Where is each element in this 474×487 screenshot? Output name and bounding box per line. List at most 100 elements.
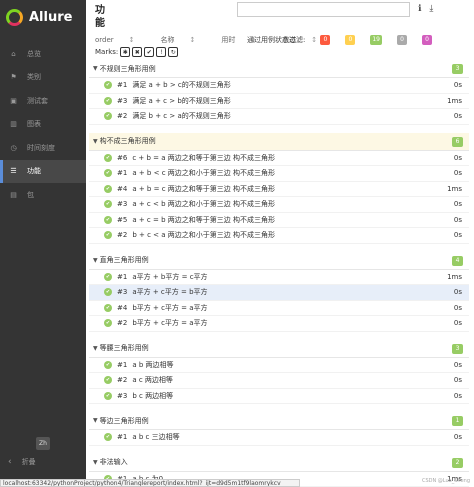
sidebar-item[interactable]: ☰ 功能: [0, 159, 86, 183]
test-case-row[interactable]: ✔ #5 a + c = b 两边之和等于第三边 构不成三角形 0s: [89, 213, 469, 228]
sidebar-item[interactable]: ▣ 测试套: [0, 89, 86, 113]
passed-status-icon: ✔: [104, 112, 112, 121]
status-count-badge[interactable]: 0: [320, 35, 331, 45]
flaky-mark-icon[interactable]: ✱: [120, 47, 131, 57]
test-case-row[interactable]: ✔ #4 a + b = c 两边之和等于第三边 构不成三角形 1ms: [89, 182, 469, 197]
flag-icon: ⚑: [10, 73, 17, 82]
new-failed-mark-icon[interactable]: ✖: [132, 47, 143, 57]
new-passed-mark-icon[interactable]: ✔: [144, 47, 155, 57]
test-case-name: a c 两边相等: [132, 376, 173, 385]
chevron-down-icon: ▼: [93, 256, 98, 264]
test-case-duration: 1ms: [447, 272, 462, 281]
feature-group-header[interactable]: ▼ 非法输入 2: [89, 454, 469, 472]
passed-status-icon: ✔: [104, 81, 112, 90]
feature-group-header[interactable]: ▼ 直角三角形用例 4: [89, 252, 469, 270]
test-case-name: a + b < c 两边之和小于第三边 构不成三角形: [132, 169, 275, 178]
test-case-duration: 0s: [453, 391, 462, 400]
sidebar-item[interactable]: ▥ 图表: [0, 113, 86, 137]
test-case-row[interactable]: ✔ #4 b平方 + c平方 = a平方 0s: [89, 301, 469, 316]
sidebar-item-label: 类别: [27, 73, 41, 82]
sidebar-item[interactable]: ⌂ 总览: [0, 42, 86, 66]
test-case-row[interactable]: ✔ #1 a + b < c 两边之和小于第三边 构不成三角形 0s: [89, 166, 469, 182]
test-case-row[interactable]: ✔ #3 满足 a + c > b的不规则三角形 1ms: [89, 94, 469, 109]
test-case-name: b + c < a 两边之和小于第三边 构不成三角形: [132, 231, 275, 240]
group-count-badge: 3: [452, 64, 463, 74]
test-case-duration: 1ms: [447, 184, 462, 193]
test-case-number: #4: [117, 303, 128, 312]
feature-group-header[interactable]: ▼ 构不成三角形用例 6: [89, 132, 469, 151]
group-count-badge: 2: [452, 457, 463, 468]
passed-status-icon: ✔: [104, 303, 112, 312]
test-case-row[interactable]: ✔ #3 b c 两边相等 0s: [89, 389, 469, 404]
group-count-badge: 6: [452, 136, 463, 147]
collapse-button[interactable]: ‹ 折叠: [8, 457, 36, 467]
test-case-row[interactable]: ✔ #2 b平方 + c平方 = a平方 0s: [89, 316, 469, 332]
test-case-row[interactable]: ✔ #2 满足 b + c > a的不规则三角形 0s: [89, 109, 469, 125]
test-case-duration: 0s: [453, 215, 462, 224]
sidebar-nav: ⌂ 总览 ⚑ 类别 ▣ 测试套 ▥ 图表 ◷ 时间刻度 ☰ 功能 ▤ 包: [0, 42, 86, 207]
sort-order[interactable]: order ↕: [95, 36, 148, 44]
download-icon[interactable]: ⤓: [429, 4, 433, 14]
test-case-duration: 1ms: [447, 96, 462, 105]
search-input[interactable]: [237, 2, 410, 17]
test-case-duration: 0s: [453, 112, 462, 121]
sidebar-item[interactable]: ▤ 包: [0, 183, 86, 207]
test-case-name: 满足 a + b > c的不规则三角形: [132, 81, 231, 90]
language-button[interactable]: Zh: [36, 437, 50, 450]
info-icon[interactable]: ℹ: [418, 4, 421, 14]
sidebar-item[interactable]: ◷ 时间刻度: [0, 136, 86, 160]
test-case-row[interactable]: ✔ #2 a c 两边相等 0s: [89, 373, 469, 389]
chevron-down-icon: ▼: [93, 137, 98, 145]
feature-group-name: 直角三角形用例: [99, 256, 149, 264]
collapse-label: 折叠: [21, 458, 36, 466]
filter-label: 通过用例状态过滤:: [247, 36, 306, 44]
passed-status-icon: ✔: [104, 215, 112, 224]
test-case-row[interactable]: ✔ #3 a + c < b 两边之和小于第三边 构不成三角形 0s: [89, 197, 469, 213]
test-case-duration: 0s: [453, 376, 462, 385]
passed-status-icon: ✔: [104, 169, 112, 178]
test-case-row[interactable]: ✔ #1 a b c 三边相等 0s: [89, 430, 469, 446]
test-case-name: a b 两边相等: [132, 360, 174, 369]
clock-icon: ◷: [10, 143, 17, 152]
feature-group-header[interactable]: ▼ 等边三角形用例 1: [89, 412, 469, 430]
test-case-row[interactable]: ✔ #3 a平方 + c平方 = b平方 0s: [89, 285, 469, 301]
test-case-number: #6: [117, 153, 128, 162]
test-case-number: #2: [117, 376, 128, 385]
sidebar-item-label: 时间刻度: [27, 143, 55, 152]
test-case-row[interactable]: ✔ #1 a平方 + b平方 = c平方 1ms: [89, 270, 469, 285]
test-case-row[interactable]: ✔ #2 b + c < a 两边之和小于第三边 构不成三角形 0s: [89, 228, 469, 244]
watermark: CSDN @Lua_Sheng: [421, 478, 470, 484]
test-case-duration: 0s: [453, 200, 462, 209]
status-count-badge[interactable]: 0: [397, 35, 407, 45]
brand[interactable]: Allure: [0, 0, 86, 34]
browser-status-url: localhost:63342/pythonProject/python4/Tr…: [0, 479, 300, 487]
sidebar-item[interactable]: ⚑ 类别: [0, 66, 86, 90]
status-count-badge[interactable]: 19: [370, 35, 382, 45]
test-case-duration: 0s: [453, 433, 462, 442]
test-case-number: #3: [117, 96, 128, 105]
marks-label: Marks:: [95, 48, 119, 56]
test-case-name: 满足 b + c > a的不规则三角形: [132, 112, 231, 121]
feature-group-header[interactable]: ▼ 不规则三角形用例 3: [89, 60, 469, 78]
chevron-left-icon: ‹: [8, 457, 12, 467]
test-case-row[interactable]: ✔ #1 满足 a + b > c的不规则三角形 0s: [89, 78, 469, 94]
status-count-badge[interactable]: 0: [422, 35, 432, 45]
sort-name[interactable]: 名称 ↕: [161, 35, 209, 45]
test-case-name: a + c < b 两边之和小于第三边 构不成三角形: [132, 200, 275, 209]
test-case-name: a + c = b 两边之和等于第三边 构不成三角形: [132, 215, 275, 224]
test-case-number: #5: [117, 215, 128, 224]
test-case-number: #3: [117, 391, 128, 400]
test-case-number: #2: [117, 319, 128, 328]
retries-mark-icon[interactable]: ↻: [168, 47, 179, 57]
feature-group-header[interactable]: ▼ 等腰三角形用例 3: [89, 340, 469, 358]
test-case-row[interactable]: ✔ #6 c + b = a 两边之和等于第三边 构不成三角形 0s: [89, 151, 469, 166]
chevron-down-icon: ▼: [93, 65, 98, 72]
feature-group-name: 等边三角形用例: [99, 416, 149, 425]
test-case-name: 满足 a + c > b的不规则三角形: [132, 96, 231, 105]
test-case-row[interactable]: ✔ #1 a b 两边相等 0s: [89, 358, 469, 373]
test-case-number: #3: [117, 288, 128, 297]
status-count-badge[interactable]: 0: [345, 35, 356, 45]
new-broken-mark-icon[interactable]: !: [156, 47, 167, 57]
